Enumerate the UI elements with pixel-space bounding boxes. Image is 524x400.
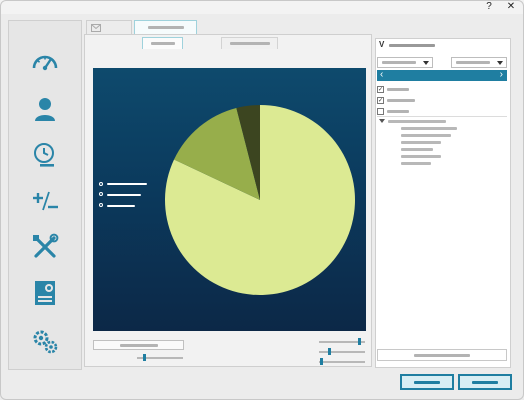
- zoom-slider-thumb[interactable]: [143, 354, 146, 361]
- window-title-bar: [0, 0, 524, 14]
- slider-3[interactable]: [319, 361, 365, 363]
- chart-action-button[interactable]: [93, 340, 184, 350]
- legend-marker-1: [99, 182, 103, 186]
- legend-label-3: [107, 205, 135, 207]
- chevron-down-icon: [423, 61, 429, 65]
- legend-marker-3: [99, 203, 103, 207]
- tree-expand-icon[interactable]: [379, 119, 385, 123]
- slider-1-thumb[interactable]: [358, 338, 361, 345]
- sidebar-item-calculations[interactable]: [9, 180, 81, 222]
- tab-overview[interactable]: [86, 20, 132, 34]
- tree-node-child[interactable]: [401, 141, 441, 144]
- tree-node-root[interactable]: [388, 120, 446, 123]
- envelope-icon: [91, 24, 101, 32]
- dropdown-right-value: [456, 61, 490, 64]
- option-checkbox-1[interactable]: ✓: [377, 86, 384, 93]
- tab-chart-label: [151, 42, 175, 45]
- document-icon: [35, 281, 55, 305]
- option-checkbox-3[interactable]: [377, 108, 384, 115]
- legend-label-1: [107, 183, 147, 185]
- tab-details-label: [230, 42, 270, 45]
- panel-title: [389, 44, 435, 47]
- tab-details[interactable]: [221, 37, 278, 49]
- clock-icon: [34, 143, 54, 167]
- tree-node-child[interactable]: [401, 127, 457, 130]
- collapse-toggle[interactable]: V: [379, 40, 384, 49]
- cancel-button[interactable]: [458, 374, 512, 390]
- sidebar-item-settings[interactable]: [9, 320, 81, 362]
- gauge-icon: [32, 55, 58, 71]
- navigation-bar: ‹ ›: [377, 69, 507, 81]
- panel-footer-field[interactable]: [377, 349, 507, 361]
- tab-analysis-label: [148, 26, 184, 29]
- legend-marker-2: [99, 192, 103, 196]
- ok-button-label: [414, 381, 440, 384]
- sidebar-item-dashboard[interactable]: [9, 41, 81, 83]
- tab-analysis[interactable]: [134, 20, 197, 34]
- next-button[interactable]: ›: [500, 69, 503, 80]
- tree-node-child[interactable]: [401, 162, 431, 165]
- option-checkbox-2[interactable]: ✓: [377, 97, 384, 104]
- prev-button[interactable]: ‹: [380, 69, 383, 80]
- option-label-2: [387, 99, 415, 102]
- pie-chart: [165, 105, 355, 295]
- slider-2[interactable]: [319, 351, 365, 353]
- user-icon: [35, 98, 55, 121]
- cancel-button-label: [472, 381, 498, 384]
- sidebar-item-user[interactable]: [9, 88, 81, 130]
- chevron-down-icon: [497, 61, 503, 65]
- dropdown-right[interactable]: [451, 57, 507, 68]
- slider-2-thumb[interactable]: [328, 348, 331, 355]
- tree-node-child[interactable]: [401, 148, 433, 151]
- option-label-3: [387, 110, 409, 113]
- help-button[interactable]: ?: [480, 0, 498, 13]
- close-button[interactable]: ✕: [502, 0, 520, 13]
- dropdown-left-value: [382, 61, 416, 64]
- tab-chart[interactable]: [142, 37, 183, 49]
- gears-icon: [33, 330, 58, 354]
- dropdown-left[interactable]: [377, 57, 433, 68]
- chart-action-label: [120, 344, 158, 347]
- sidebar-item-reports[interactable]: [9, 272, 81, 314]
- sidebar-item-history[interactable]: [9, 134, 81, 176]
- tree-node-child[interactable]: [401, 155, 441, 158]
- chart-area: [93, 68, 366, 331]
- sidebar-item-tools[interactable]: [9, 226, 81, 268]
- ok-button[interactable]: [400, 374, 454, 390]
- tools-icon: [33, 233, 59, 258]
- legend-label-2: [107, 194, 141, 196]
- option-label-1: [387, 88, 409, 91]
- divider: [377, 116, 507, 117]
- panel-footer-label: [414, 354, 470, 357]
- slider-3-thumb[interactable]: [320, 358, 323, 365]
- tree-node-child[interactable]: [401, 134, 451, 137]
- plus-minus-icon: [33, 191, 58, 211]
